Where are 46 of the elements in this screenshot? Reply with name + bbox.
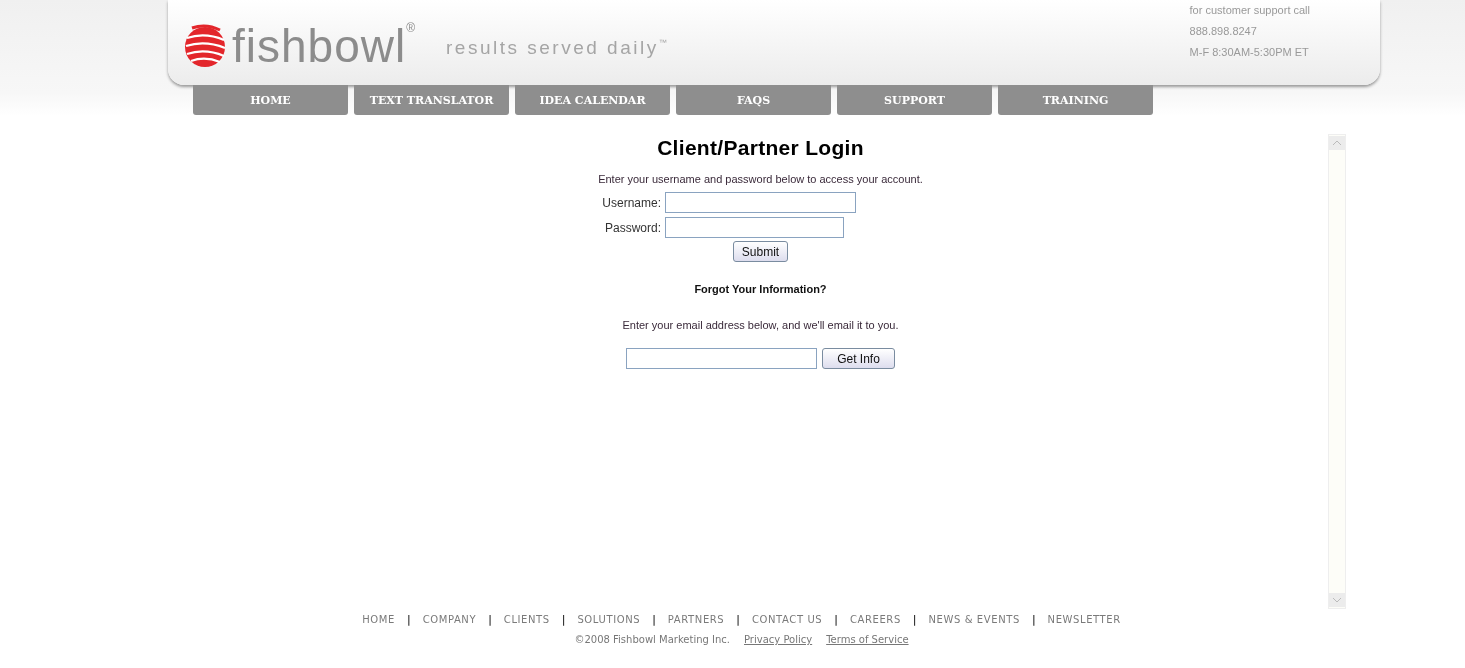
footer-link[interactable]: HOME — [362, 614, 395, 625]
nav-tab[interactable]: IDEA CALENDAR — [515, 85, 670, 115]
nav-tab[interactable]: TEXT TRANSLATOR — [354, 85, 509, 115]
separator: | — [405, 614, 412, 625]
footer-link[interactable]: CLIENTS — [503, 614, 550, 625]
page-title: Client/Partner Login — [657, 136, 864, 160]
striped-ball-icon — [184, 23, 226, 68]
scroll-down-icon[interactable] — [1329, 593, 1345, 607]
separator: | — [911, 614, 918, 625]
copyright-text: ©2008 Fishbowl Marketing Inc. — [574, 634, 730, 645]
separator: | — [560, 614, 567, 625]
tagline: results served daily$^{™}$ — [446, 35, 670, 59]
username-label: Username: — [601, 195, 662, 210]
username-field[interactable] — [665, 192, 856, 213]
footer-link[interactable]: PARTNERS — [667, 614, 725, 625]
footer-link[interactable]: NEWSLETTER — [1047, 614, 1121, 625]
separator: | — [1030, 614, 1037, 625]
separator: | — [735, 614, 741, 625]
intro-text: Enter your username and password below to access your account. — [598, 173, 923, 185]
legal-link[interactable]: Terms of Service — [826, 634, 909, 645]
nav-tab[interactable]: TRAINING — [998, 85, 1153, 115]
scroll-up-icon[interactable] — [1329, 136, 1345, 150]
support-info: M-F 8:30AM-5:30PM ET — [1189, 45, 1310, 60]
nav-tab[interactable]: SUPPORT — [837, 85, 992, 115]
footer-link[interactable]: CAREERS — [849, 614, 901, 625]
submit-button[interactable]: Submit — [732, 241, 789, 262]
password-field[interactable] — [665, 217, 844, 238]
nav-tab[interactable]: FAQS — [676, 85, 831, 115]
password-label: Password: — [603, 220, 662, 235]
separator: | — [833, 614, 839, 625]
scrollbar[interactable] — [1328, 134, 1346, 609]
footer-link[interactable]: NEWS & EVENTS — [928, 614, 1020, 625]
support-info: for customer support call — [1189, 3, 1310, 18]
forgot-text: Enter your email address below, and we'll email it to you. — [622, 319, 899, 331]
forgot-heading: Forgot Your Information? — [694, 283, 827, 295]
support-info: 888.898.8247 — [1189, 24, 1258, 39]
footer-link[interactable]: CONTACT US — [752, 614, 823, 625]
footer-link[interactable]: SOLUTIONS — [577, 614, 641, 625]
logo-wordmark: fishbowl$^{®}$ — [232, 18, 417, 73]
email-field[interactable] — [626, 348, 818, 369]
get-info-button[interactable]: Get Info — [822, 348, 895, 369]
legal-link[interactable]: Privacy Policy — [744, 634, 813, 645]
separator: | — [651, 614, 657, 625]
nav-tab[interactable]: HOME — [193, 85, 348, 115]
footer-link[interactable]: COMPANY — [422, 614, 477, 625]
separator: | — [487, 614, 493, 625]
